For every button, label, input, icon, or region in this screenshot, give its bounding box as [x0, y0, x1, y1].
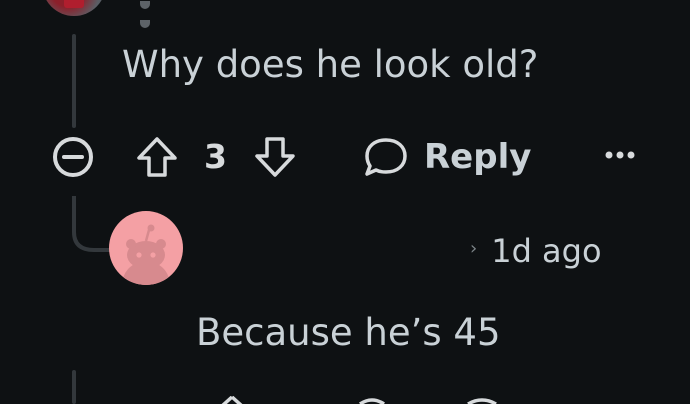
- parent-avatar[interactable]: [42, 0, 106, 16]
- meta-separator: ›: [470, 238, 478, 259]
- collapse-button[interactable]: [52, 136, 94, 178]
- arrow-down-icon: [255, 137, 295, 177]
- upvote-button[interactable]: [134, 134, 180, 180]
- collapse-minus-icon: [53, 137, 93, 177]
- thread-line[interactable]: [72, 34, 76, 128]
- arrow-up-icon: [137, 137, 177, 177]
- more-options-button[interactable]: [600, 140, 640, 170]
- reply-meta: › 1d ago: [470, 229, 602, 273]
- speech-bubble-icon: [365, 138, 407, 176]
- comment-thread: Why does he look old? 3 Reply › 1d ago B…: [0, 0, 690, 404]
- vote-count: 3: [204, 137, 227, 176]
- reply-label: Reply: [424, 137, 532, 177]
- reply-timestamp: 1d ago: [491, 232, 602, 270]
- reply-comment-text: Because he’s 45: [196, 311, 501, 354]
- parent-comment-text: Why does he look old?: [122, 43, 539, 86]
- default-snoo-icon: [122, 224, 170, 285]
- next-reply-sliver: [462, 396, 502, 404]
- downvote-button[interactable]: [252, 134, 298, 180]
- parent-action-row: 3 Reply: [0, 130, 690, 184]
- thread-line-continued[interactable]: [72, 370, 76, 404]
- parent-meta-sliver: [140, 0, 360, 28]
- reply-button[interactable]: Reply: [362, 134, 531, 180]
- next-downvote-sliver: [352, 396, 392, 404]
- more-dots-icon: [605, 151, 635, 159]
- next-upvote-sliver: [212, 396, 252, 404]
- reply-author-avatar[interactable]: [109, 211, 183, 285]
